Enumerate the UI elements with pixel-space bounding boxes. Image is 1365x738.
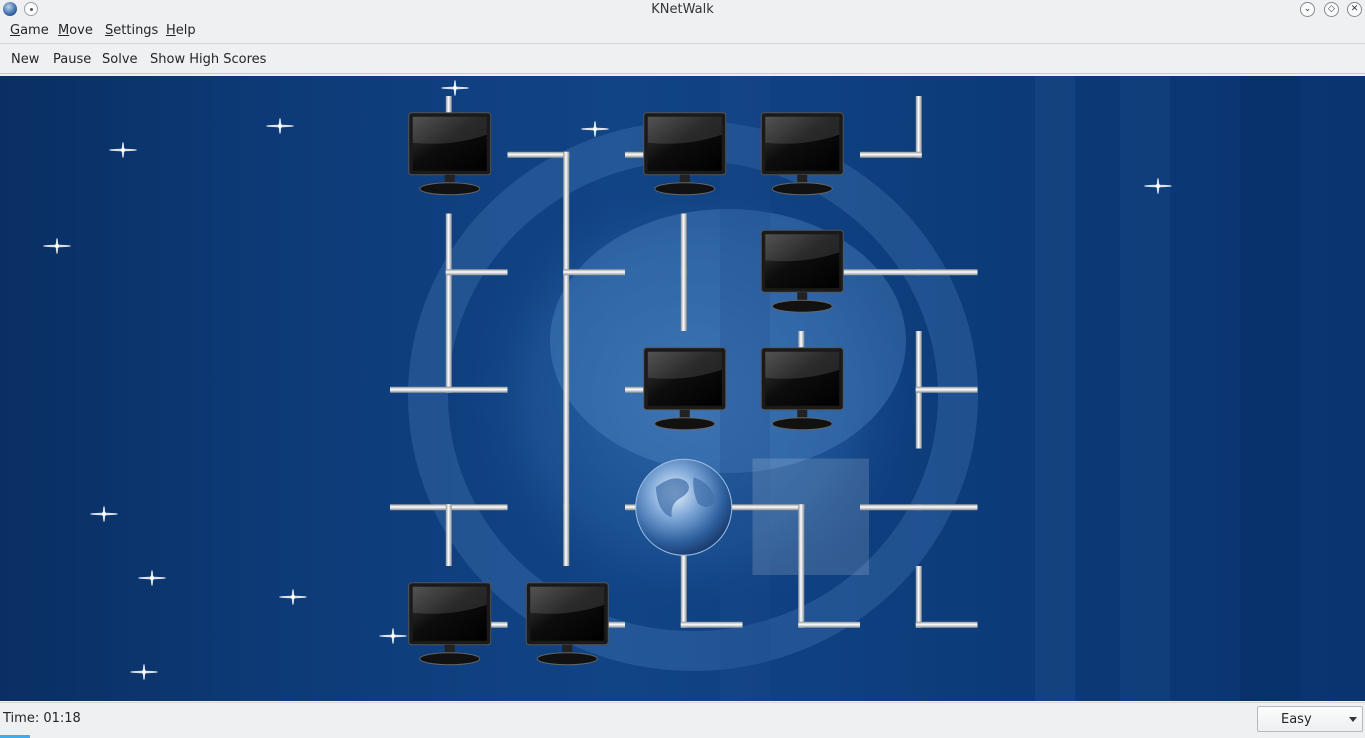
pipe-segment-down	[445, 269, 452, 331]
pipe-segment-down	[563, 386, 570, 449]
pipe-segment-left	[742, 504, 805, 511]
pipe-segment-up	[445, 213, 452, 276]
pipe-segment-up	[798, 566, 805, 628]
pipe-segment-up	[563, 331, 570, 393]
star	[279, 589, 307, 605]
toolbar: New Pause Solve Show High Scores	[0, 43, 1365, 74]
pipe-segment-right	[915, 386, 978, 393]
pipe-segment-right	[915, 269, 978, 276]
window-title: KNetWalk	[651, 2, 714, 17]
pipe-segment-down	[915, 386, 922, 449]
pipe-segment-up	[563, 213, 570, 276]
board-cell-2-1[interactable]	[563, 331, 570, 449]
pipe-segment-down	[680, 269, 687, 331]
maximize-icon[interactable]: ◇	[1324, 2, 1339, 17]
pipe-segment-left	[390, 504, 452, 511]
board-cell-3-3[interactable]	[742, 458, 870, 576]
star	[379, 628, 407, 644]
star	[43, 238, 71, 254]
pipe-segment-right	[445, 386, 508, 393]
pipe-segment-left	[507, 151, 570, 158]
show-high-scores-button[interactable]: Show High Scores	[150, 52, 266, 67]
pipe-segment-down	[445, 504, 452, 566]
pipe-segment-up	[915, 96, 922, 158]
pipe-segment-up	[915, 566, 922, 628]
pipe-segment-right	[680, 621, 743, 628]
board-cell-3-1[interactable]	[563, 448, 570, 567]
board-cell-1-2[interactable]	[680, 213, 687, 332]
board-canvas	[43, 76, 1300, 701]
pipe-segment-down	[563, 269, 570, 331]
game-board[interactable]	[0, 76, 1365, 701]
pipe-segment-down	[563, 151, 570, 214]
pipe-segment-up	[680, 566, 687, 628]
server-globe-icon	[635, 458, 733, 556]
menu-help[interactable]: Help	[166, 23, 196, 38]
minimize-icon[interactable]: ⌄	[1300, 2, 1315, 17]
pipe-segment-right	[445, 269, 508, 276]
pipe-segment-right	[798, 621, 860, 628]
solve-button[interactable]: Solve	[102, 52, 138, 67]
pipe-segment-left	[390, 386, 452, 393]
board-cell-0-4[interactable]	[860, 96, 922, 158]
chevron-down-icon	[1349, 717, 1357, 722]
pipe-segment-left	[860, 504, 922, 511]
pipe-segment-left	[860, 151, 922, 158]
status-bar: Time: 01:18 Easy	[0, 702, 1365, 738]
time-label: Time: 01:18	[3, 711, 81, 726]
computer-icon	[408, 112, 492, 196]
difficulty-value: Easy	[1281, 712, 1312, 727]
pipe-segment-right	[915, 621, 978, 628]
menu-game[interactable]: Game	[10, 23, 49, 38]
star	[90, 506, 118, 522]
computer-icon	[408, 582, 492, 666]
board-cell-4-4[interactable]	[915, 566, 978, 628]
new-game-button[interactable]: New	[11, 52, 39, 67]
menu-settings[interactable]: Settings	[105, 23, 158, 38]
board-cell-1-4[interactable]	[860, 269, 978, 276]
menu-bar: Game Move Settings Help	[0, 20, 1365, 42]
star	[109, 142, 137, 158]
board-cell-0-0[interactable]	[408, 96, 492, 196]
star	[266, 118, 294, 134]
pipe-segment-right	[563, 269, 625, 276]
pipe-segment-up	[915, 331, 922, 393]
cursor-highlight	[752, 458, 869, 575]
difficulty-select[interactable]: Easy	[1257, 706, 1363, 732]
star	[138, 570, 166, 586]
pause-button[interactable]: Pause	[53, 52, 91, 67]
pipe-segment-up	[445, 331, 452, 393]
pipe-segment-right	[915, 504, 978, 511]
board-cell-4-0[interactable]	[408, 582, 508, 666]
title-bar: KNetWalk ⌄ ◇ ✕	[0, 0, 1365, 20]
pipe-segment-left	[860, 269, 922, 276]
pipe-segment-up	[563, 448, 570, 511]
star	[441, 80, 469, 96]
close-icon[interactable]: ✕	[1347, 2, 1362, 17]
board-cell-3-4[interactable]	[860, 504, 978, 511]
pipe-segment-right	[445, 504, 508, 511]
pipe-segment-down	[563, 504, 570, 566]
star	[130, 664, 158, 680]
pipe-segment-down	[798, 504, 805, 566]
menu-move[interactable]: Move	[58, 23, 93, 38]
pipe-segment-up	[680, 213, 687, 276]
